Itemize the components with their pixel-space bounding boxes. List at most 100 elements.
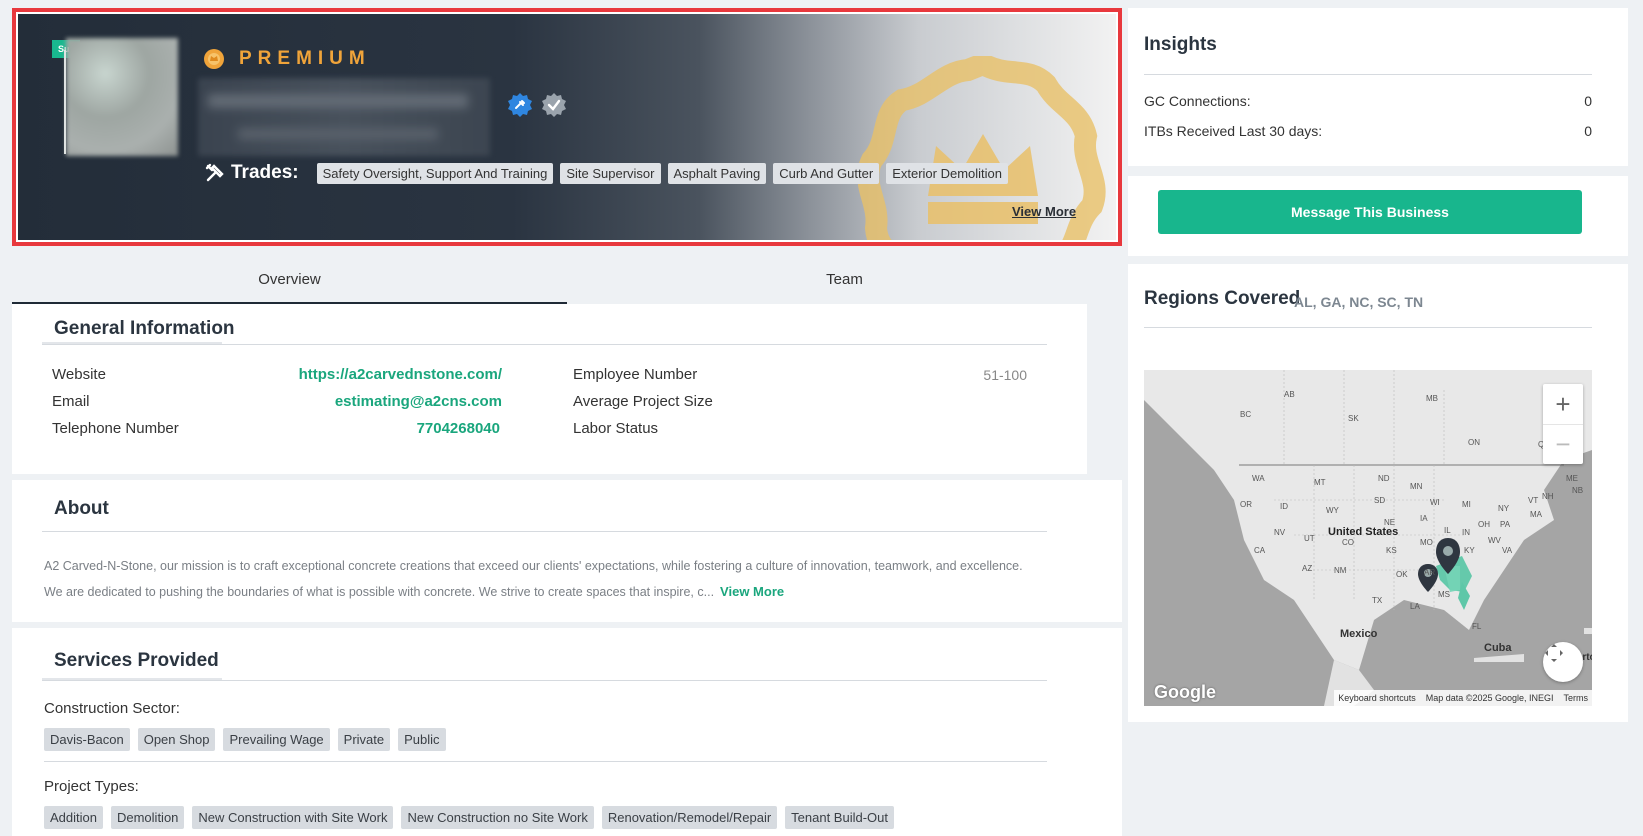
- title-divider: [42, 531, 1047, 532]
- map-state-label: WY: [1326, 506, 1339, 515]
- about-text-line: A2 Carved-N-Stone, our mission is to cra…: [44, 559, 1023, 573]
- map-state-label: AB: [1284, 390, 1295, 399]
- construction-sector-chips: Davis-Bacon Open Shop Prevailing Wage Pr…: [44, 728, 446, 751]
- map-state-label: OH: [1478, 520, 1490, 529]
- map-state-label: AZ: [1302, 564, 1313, 573]
- itbs-received-row: ITBs Received Last 30 days: 0: [1144, 123, 1592, 139]
- map-state-label: ON: [1468, 438, 1480, 447]
- itbs-received-label: ITBs Received Last 30 days:: [1144, 123, 1323, 139]
- insights-title: Insights: [1144, 34, 1217, 55]
- map-attribution: Keyboard shortcuts Map data ©2025 Google…: [1334, 690, 1592, 706]
- employee-number-value: 51-100: [983, 367, 1027, 383]
- map-state-label: ND: [1378, 474, 1390, 483]
- general-information-card: General Information Website https://a2ca…: [12, 304, 1087, 474]
- project-type-chip: Tenant Build-Out: [785, 806, 894, 829]
- map-state-label: NV: [1274, 528, 1286, 537]
- map-state-label: MS: [1438, 590, 1450, 599]
- map-state-label: LA: [1410, 602, 1420, 611]
- services-provided-title: Services Provided: [54, 650, 219, 671]
- map-terms-link[interactable]: Terms: [1564, 693, 1589, 703]
- section-divider: [44, 761, 1047, 762]
- map-zoom-out-button[interactable]: −: [1543, 424, 1583, 464]
- map-country-label: Mexico: [1340, 628, 1378, 640]
- regions-map[interactable]: AB MB BC SK ON QC WA MT ND MN OR ID WY S…: [1144, 370, 1592, 706]
- about-text-truncated: We are dedicated to pushing the boundari…: [44, 585, 715, 599]
- title-divider: [42, 344, 1047, 345]
- premium-medal-icon: [204, 49, 224, 69]
- email-link[interactable]: estimating@a2cns.com: [262, 393, 502, 410]
- regions-covered-card: Regions Covered AL, GA, NC, SC, TN AB MB: [1128, 264, 1628, 722]
- keyboard-shortcuts-link[interactable]: Keyboard shortcuts: [1338, 693, 1416, 703]
- trade-chip: Exterior Demolition: [886, 162, 1009, 184]
- regions-covered-title: Regions Covered: [1144, 288, 1301, 309]
- title-divider: [1144, 327, 1592, 328]
- project-type-chip: Demolition: [110, 806, 185, 829]
- employee-number-label: Employee Number: [573, 366, 698, 383]
- about-text-line: We are dedicated to pushing the boundari…: [44, 579, 1084, 605]
- map-state-label: CO: [1342, 538, 1354, 547]
- general-information-title: General Information: [54, 318, 235, 339]
- sector-chip: Prevailing Wage: [223, 728, 330, 751]
- map-state-label: SD: [1374, 496, 1386, 505]
- map-state-label: ID: [1280, 502, 1288, 511]
- sector-chip: Davis-Bacon: [44, 728, 130, 751]
- telephone-link[interactable]: 7704268040: [262, 420, 500, 437]
- about-title: About: [54, 498, 109, 519]
- hero-banner: Su PREMIUM Trades: Safety Oversight, Sup…: [18, 14, 1116, 240]
- profile-hero: Su PREMIUM Trades: Safety Oversight, Sup…: [12, 8, 1122, 246]
- map-state-label: IL: [1444, 526, 1451, 535]
- map-zoom-in-button[interactable]: +: [1543, 384, 1583, 424]
- gc-connections-value: 0: [1584, 93, 1592, 109]
- telephone-label: Telephone Number: [52, 420, 179, 437]
- map-data-attribution: Map data ©2025 Google, INEGI: [1425, 693, 1554, 703]
- map-country-label: Cuba: [1484, 642, 1512, 654]
- tab-team[interactable]: Team: [567, 262, 1122, 304]
- map-state-label: IN: [1462, 528, 1470, 537]
- profile-tabs: Overview Team: [12, 262, 1122, 304]
- map-state-label: CA: [1254, 546, 1266, 555]
- map-state-label: BC: [1240, 410, 1252, 419]
- map-fullscreen-button[interactable]: [1543, 642, 1583, 682]
- map-state-label: NM: [1334, 566, 1347, 575]
- trade-chip: Safety Oversight, Support And Training: [316, 162, 554, 184]
- trade-chip: Curb And Gutter: [773, 162, 880, 184]
- map-state-label: MO: [1420, 538, 1433, 547]
- trades-view-more-link[interactable]: View More: [1012, 204, 1076, 219]
- map-state-label: TX: [1372, 596, 1383, 605]
- itbs-received-value: 0: [1584, 123, 1592, 139]
- map-state-label: NH: [1542, 492, 1554, 501]
- tab-overview[interactable]: Overview: [12, 262, 567, 304]
- camera-control-icon: [1545, 644, 1563, 662]
- about-view-more-link[interactable]: View More: [720, 584, 784, 599]
- company-name-blurred: [198, 78, 490, 156]
- google-logo: Google: [1154, 682, 1216, 702]
- regions-covered-states: AL, GA, NC, SC, TN: [1294, 294, 1424, 310]
- logo-divider: [64, 50, 66, 154]
- map-state-label: NB: [1572, 486, 1584, 495]
- project-type-chip: New Construction with Site Work: [192, 806, 394, 829]
- title-divider: [1144, 74, 1592, 75]
- tools-icon: [205, 163, 224, 182]
- verified-check-icon: [542, 93, 566, 117]
- map-land-icon: [1144, 370, 1592, 706]
- map-state-label: PA: [1500, 520, 1511, 529]
- map-state-label: ME: [1566, 474, 1578, 483]
- verified-contractor-icon: [508, 93, 532, 117]
- website-link[interactable]: https://a2carvednstone.com/: [262, 366, 502, 383]
- map-state-label: IA: [1420, 514, 1428, 523]
- trade-chip: Asphalt Paving: [667, 162, 767, 184]
- premium-label: PREMIUM: [239, 48, 371, 69]
- map-state-label: VA: [1502, 546, 1513, 555]
- map-state-label: AR: [1424, 568, 1436, 577]
- project-type-chip: Addition: [44, 806, 103, 829]
- premium-badge: PREMIUM: [203, 48, 371, 70]
- message-business-button[interactable]: Message This Business: [1158, 190, 1582, 234]
- map-state-label: MB: [1426, 394, 1438, 403]
- message-card: Message This Business: [1128, 176, 1628, 256]
- average-project-size-label: Average Project Size: [573, 393, 713, 410]
- about-card: About A2 Carved-N-Stone, our mission is …: [12, 480, 1122, 622]
- map-state-label: WV: [1488, 536, 1501, 545]
- sector-chip: Open Shop: [137, 728, 216, 751]
- project-types-chips: Addition Demolition New Construction wit…: [44, 806, 894, 829]
- gc-connections-row: GC Connections: 0: [1144, 93, 1592, 109]
